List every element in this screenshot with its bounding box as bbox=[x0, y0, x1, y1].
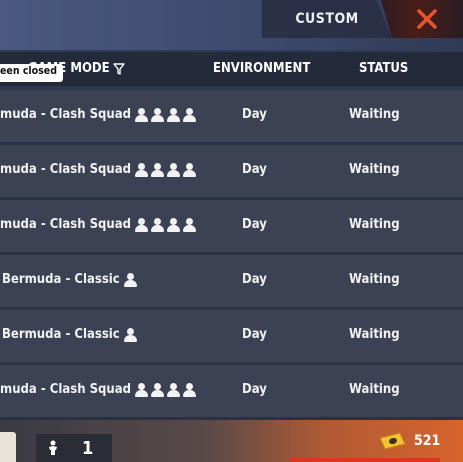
player-icon bbox=[151, 382, 164, 397]
player-icons bbox=[135, 382, 196, 397]
player-icon bbox=[151, 162, 164, 177]
room-row[interactable]: muda - Clash Squad Day Waiting bbox=[0, 365, 463, 417]
room-count: 1 bbox=[82, 437, 94, 459]
filter-icon[interactable] bbox=[112, 62, 125, 75]
player-icons bbox=[123, 272, 137, 287]
room-row[interactable]: muda - Clash Squad Day Waiting bbox=[0, 200, 463, 252]
player-icons bbox=[123, 327, 137, 342]
table-header: GAME MODE ENVIRONMENT STATUS bbox=[0, 52, 463, 86]
room-environment: Day bbox=[242, 162, 267, 177]
room-mode: Bermuda - Classic bbox=[2, 272, 120, 287]
player-icons bbox=[135, 107, 196, 122]
room-status: Waiting bbox=[349, 382, 400, 397]
red-banner-strip bbox=[290, 458, 440, 462]
player-icon bbox=[151, 217, 164, 232]
room-count-box: 1 bbox=[36, 434, 112, 462]
room-mode: muda - Clash Squad bbox=[0, 217, 131, 232]
player-icon bbox=[183, 162, 196, 177]
player-icon bbox=[135, 217, 148, 232]
player-icon bbox=[183, 107, 196, 122]
room-mode: muda - Clash Squad bbox=[0, 107, 131, 122]
coin-ticket-icon bbox=[379, 432, 406, 450]
room-status: Waiting bbox=[349, 162, 400, 177]
room-row[interactable]: muda - Clash Squad Day Waiting bbox=[0, 145, 463, 197]
player-icon bbox=[151, 107, 164, 122]
coin-amount: 521 bbox=[414, 433, 441, 449]
player-icon bbox=[167, 107, 180, 122]
player-icon bbox=[135, 162, 148, 177]
player-icon bbox=[183, 382, 196, 397]
room-environment: Day bbox=[242, 327, 267, 342]
room-mode: muda - Clash Squad bbox=[0, 162, 131, 177]
room-mode: muda - Clash Squad bbox=[0, 382, 131, 397]
top-bar: CUSTOM bbox=[0, 0, 463, 50]
room-mode: Bermuda - Classic bbox=[2, 327, 120, 342]
room-list: muda - Clash Squad Day Waiting muda - Cl… bbox=[0, 90, 463, 420]
player-icon bbox=[123, 327, 137, 342]
player-icons bbox=[135, 162, 196, 177]
player-icon bbox=[135, 382, 148, 397]
bottom-bar: 1 521 bbox=[0, 420, 463, 462]
room-status: Waiting bbox=[349, 272, 400, 287]
player-icon bbox=[167, 162, 180, 177]
column-environment: ENVIRONMENT bbox=[213, 61, 311, 76]
coin-balance[interactable]: 521 bbox=[378, 432, 440, 450]
player-icon bbox=[167, 217, 180, 232]
tab-custom[interactable]: CUSTOM bbox=[262, 0, 392, 38]
toast-notification: een closed bbox=[0, 64, 63, 82]
player-icon bbox=[183, 217, 196, 232]
room-status: Waiting bbox=[349, 107, 400, 122]
room-environment: Day bbox=[242, 107, 267, 122]
room-row[interactable]: muda - Clash Squad Day Waiting bbox=[0, 90, 463, 142]
room-status: Waiting bbox=[349, 327, 400, 342]
tab-custom-label: CUSTOM bbox=[295, 11, 359, 27]
character-icon bbox=[49, 440, 57, 455]
player-icon bbox=[135, 107, 148, 122]
room-environment: Day bbox=[242, 217, 267, 232]
bottom-slot[interactable] bbox=[0, 432, 16, 462]
player-icons bbox=[135, 217, 196, 232]
player-icon bbox=[167, 382, 180, 397]
column-status: STATUS bbox=[359, 61, 409, 76]
room-row[interactable]: Bermuda - Classic Day Waiting bbox=[0, 310, 463, 362]
room-environment: Day bbox=[242, 272, 267, 287]
room-status: Waiting bbox=[349, 217, 400, 232]
player-icon bbox=[123, 272, 137, 287]
room-environment: Day bbox=[242, 382, 267, 397]
room-row[interactable]: Bermuda - Classic Day Waiting bbox=[0, 255, 463, 307]
close-icon bbox=[416, 9, 437, 29]
